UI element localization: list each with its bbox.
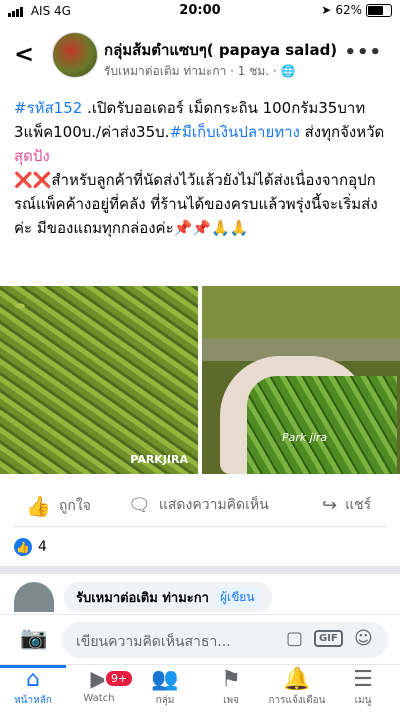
menu-icon: ☰	[353, 667, 373, 692]
groups-icon: 👥	[151, 667, 179, 692]
tab-home[interactable]: ⌂ หน้าหลัก	[0, 667, 66, 708]
tab-notifications[interactable]: 🔔 การแจ้งเตือน	[264, 667, 330, 708]
status-icons: ➤ 62%	[321, 3, 392, 17]
camera-icon[interactable]: 📷	[20, 626, 47, 651]
watch-badge: 9+	[104, 669, 135, 688]
post-text: #รหัส152 .เปิดรับออเดอร์ เม็ดกระถิน 100ก…	[14, 96, 390, 240]
comment-input[interactable]: เขียนความคิดเห็นสาธา... ▢ GIF ☺	[62, 622, 388, 658]
battery-icon	[366, 3, 392, 17]
comment-preview: รับเหมาต่อเติม ท่ามะกา ผู้เขียน	[14, 582, 400, 612]
comment-author: รับเหมาต่อเติม ท่ามะกา	[76, 590, 209, 606]
post-line-2: ส่งทุกจังหวัด	[299, 123, 385, 141]
section-separator	[0, 566, 400, 574]
bottom-tab-bar: ⌂ หน้าหลัก ▶ Watch 9+ 👥 กลุ่ม ⚑ เพจ 🔔 กา…	[0, 664, 400, 712]
post-actions: 👍 ถูกใจ 🗨 แสดงความคิดเห็น ↪ แชร์	[0, 488, 400, 524]
emoji-icon[interactable]: ☺	[354, 628, 373, 649]
photo-seeds-hand[interactable]: Park jira	[202, 286, 400, 474]
bell-icon: 🔔	[283, 667, 311, 692]
photo-seeds-pile[interactable]: PARKJIRA	[0, 286, 198, 474]
author-badge: ผู้เขียน	[214, 586, 260, 608]
sticker-icon[interactable]: ▢	[286, 628, 303, 649]
watermark: Park jira	[282, 431, 328, 444]
location-icon: ➤	[321, 3, 332, 17]
home-icon: ⌂	[26, 667, 40, 692]
hashtag-cod[interactable]: #มีเก็บเงินปลายทาง	[169, 123, 299, 141]
like-reaction-icon: 👍	[14, 538, 32, 556]
back-icon[interactable]: <	[14, 40, 34, 68]
post-header: < กลุ่มส้มตำแซบๆ( papaya salad) รับเหมาต…	[0, 28, 400, 80]
group-avatar[interactable]	[52, 32, 98, 78]
battery-percent: 62%	[335, 3, 362, 17]
comment-button[interactable]: 🗨 แสดงความคิดเห็น	[128, 494, 269, 516]
hashtag-best[interactable]: สุดปัง	[14, 147, 50, 165]
hashtag-code[interactable]: #รหัส152	[14, 99, 82, 117]
reaction-count: 4	[38, 539, 47, 555]
commenter-avatar[interactable]	[14, 582, 54, 612]
group-name[interactable]: กลุ่มส้มตำแซบๆ( papaya salad)	[104, 38, 337, 62]
flag-icon: ⚑	[221, 667, 241, 692]
comment-placeholder: เขียนความคิดเห็นสาธา...	[76, 634, 231, 650]
tab-groups[interactable]: 👥 กลุ่ม	[132, 667, 198, 708]
watermark: PARKJIRA	[130, 453, 188, 466]
divider	[14, 526, 386, 527]
more-options-icon[interactable]: •••	[344, 42, 382, 63]
photo-grid: PARKJIRA Park jira	[0, 286, 400, 476]
share-icon: ↪	[322, 494, 338, 516]
tab-pages[interactable]: ⚑ เพจ	[198, 667, 264, 708]
status-bar: AIS 4G 20:00 ➤ 62%	[0, 0, 400, 22]
post-line-3: สำหรับลูกค้าที่นัดส่งไว้แล้วยังไม่ได้ส่ง…	[14, 171, 378, 237]
post-meta[interactable]: รับเหมาต่อเติม ท่ามะกา · 1 ชม. · 🌐	[104, 62, 296, 81]
comment-bubble[interactable]: รับเหมาต่อเติม ท่ามะกา ผู้เขียน	[64, 582, 272, 612]
gif-button[interactable]: GIF	[314, 630, 343, 647]
comment-icon: 🗨	[128, 494, 151, 516]
warning-icon: ❌❌	[14, 171, 52, 189]
seeds-image	[247, 376, 397, 474]
comment-composer: 📷 เขียนความคิดเห็นสาธา... ▢ GIF ☺	[0, 614, 400, 665]
like-button[interactable]: 👍 ถูกใจ	[26, 494, 91, 518]
reaction-summary[interactable]: 👍 4	[14, 538, 47, 556]
share-button[interactable]: ↪ แชร์	[322, 494, 371, 516]
thumbs-up-icon: 👍	[26, 494, 51, 518]
tab-menu[interactable]: ☰ เมนู	[330, 667, 396, 708]
